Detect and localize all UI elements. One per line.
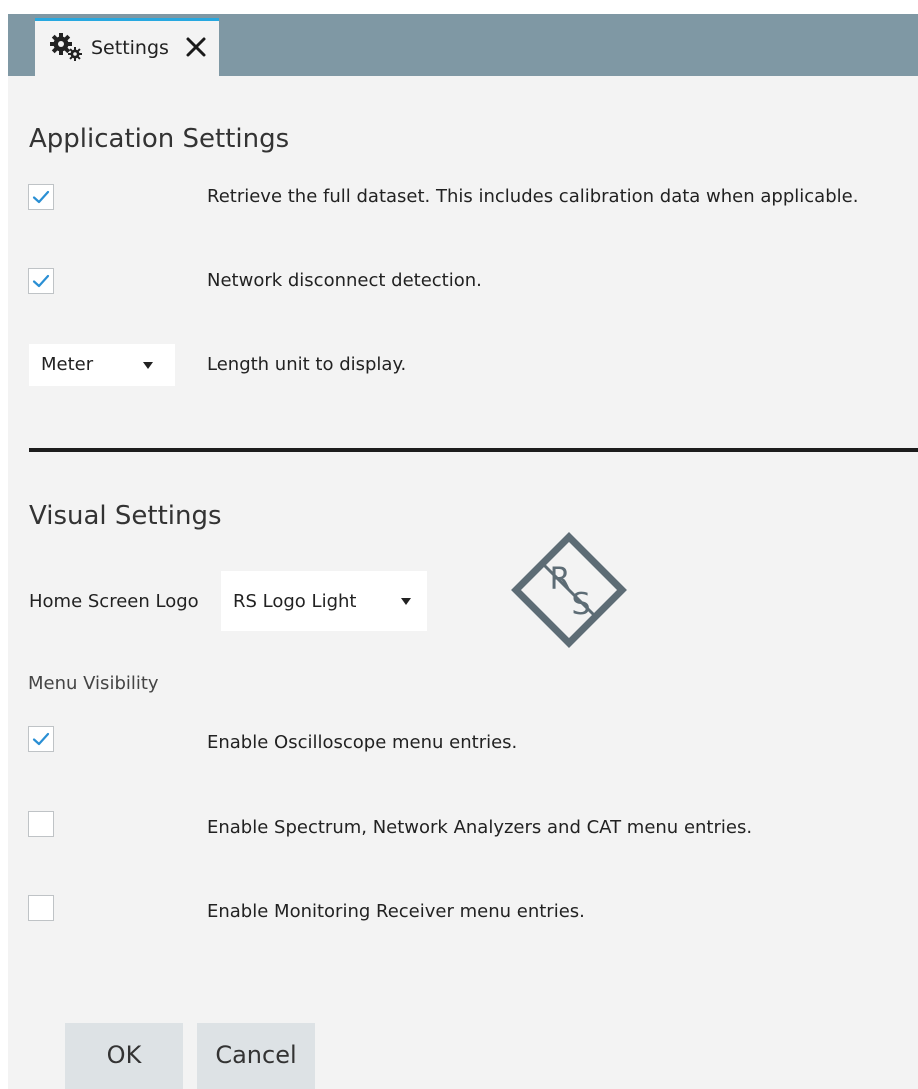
chevron-down-icon [401,598,411,605]
spectrum-menu-checkbox[interactable] [28,811,54,837]
rs-logo-icon: R S [508,529,630,655]
close-icon[interactable] [185,35,207,59]
oscilloscope-menu-label: Enable Oscilloscope menu entries. [207,732,518,753]
monitoring-receiver-menu-label: Enable Monitoring Receiver menu entries. [207,901,585,922]
home-screen-logo-dropdown[interactable]: RS Logo Light [221,571,427,631]
monitoring-receiver-menu-checkbox[interactable] [28,895,54,921]
chevron-down-icon [143,362,153,369]
home-screen-logo-label: Home Screen Logo [29,591,199,612]
cancel-button[interactable]: Cancel [197,1023,315,1089]
spectrum-menu-label: Enable Spectrum, Network Analyzers and C… [207,817,753,838]
home-screen-logo-value: RS Logo Light [233,591,357,612]
visual-settings-title: Visual Settings [29,501,222,531]
checkmark-icon [32,732,50,746]
svg-text:S: S [571,587,590,622]
tab-settings[interactable]: Settings [35,18,219,76]
network-disconnect-label: Network disconnect detection. [207,270,482,291]
length-unit-value: Meter [41,354,94,375]
application-settings-title: Application Settings [29,124,290,154]
tab-label: Settings [91,37,169,59]
full-dataset-checkbox[interactable] [28,184,54,210]
gears-icon [49,32,83,66]
tab-bar: Settings [8,14,918,76]
ok-button[interactable]: OK [65,1023,183,1089]
oscilloscope-menu-checkbox[interactable] [28,726,54,752]
menu-visibility-heading: Menu Visibility [28,673,159,694]
network-disconnect-checkbox[interactable] [28,268,54,294]
full-dataset-label: Retrieve the full dataset. This includes… [207,186,859,207]
length-unit-label: Length unit to display. [207,354,407,375]
section-divider [29,448,918,452]
settings-window: Settings Application Settings Retrieve t… [8,14,918,1089]
checkmark-icon [32,274,50,288]
length-unit-dropdown[interactable]: Meter [29,344,175,386]
checkmark-icon [32,190,50,204]
svg-text:R: R [550,562,571,597]
